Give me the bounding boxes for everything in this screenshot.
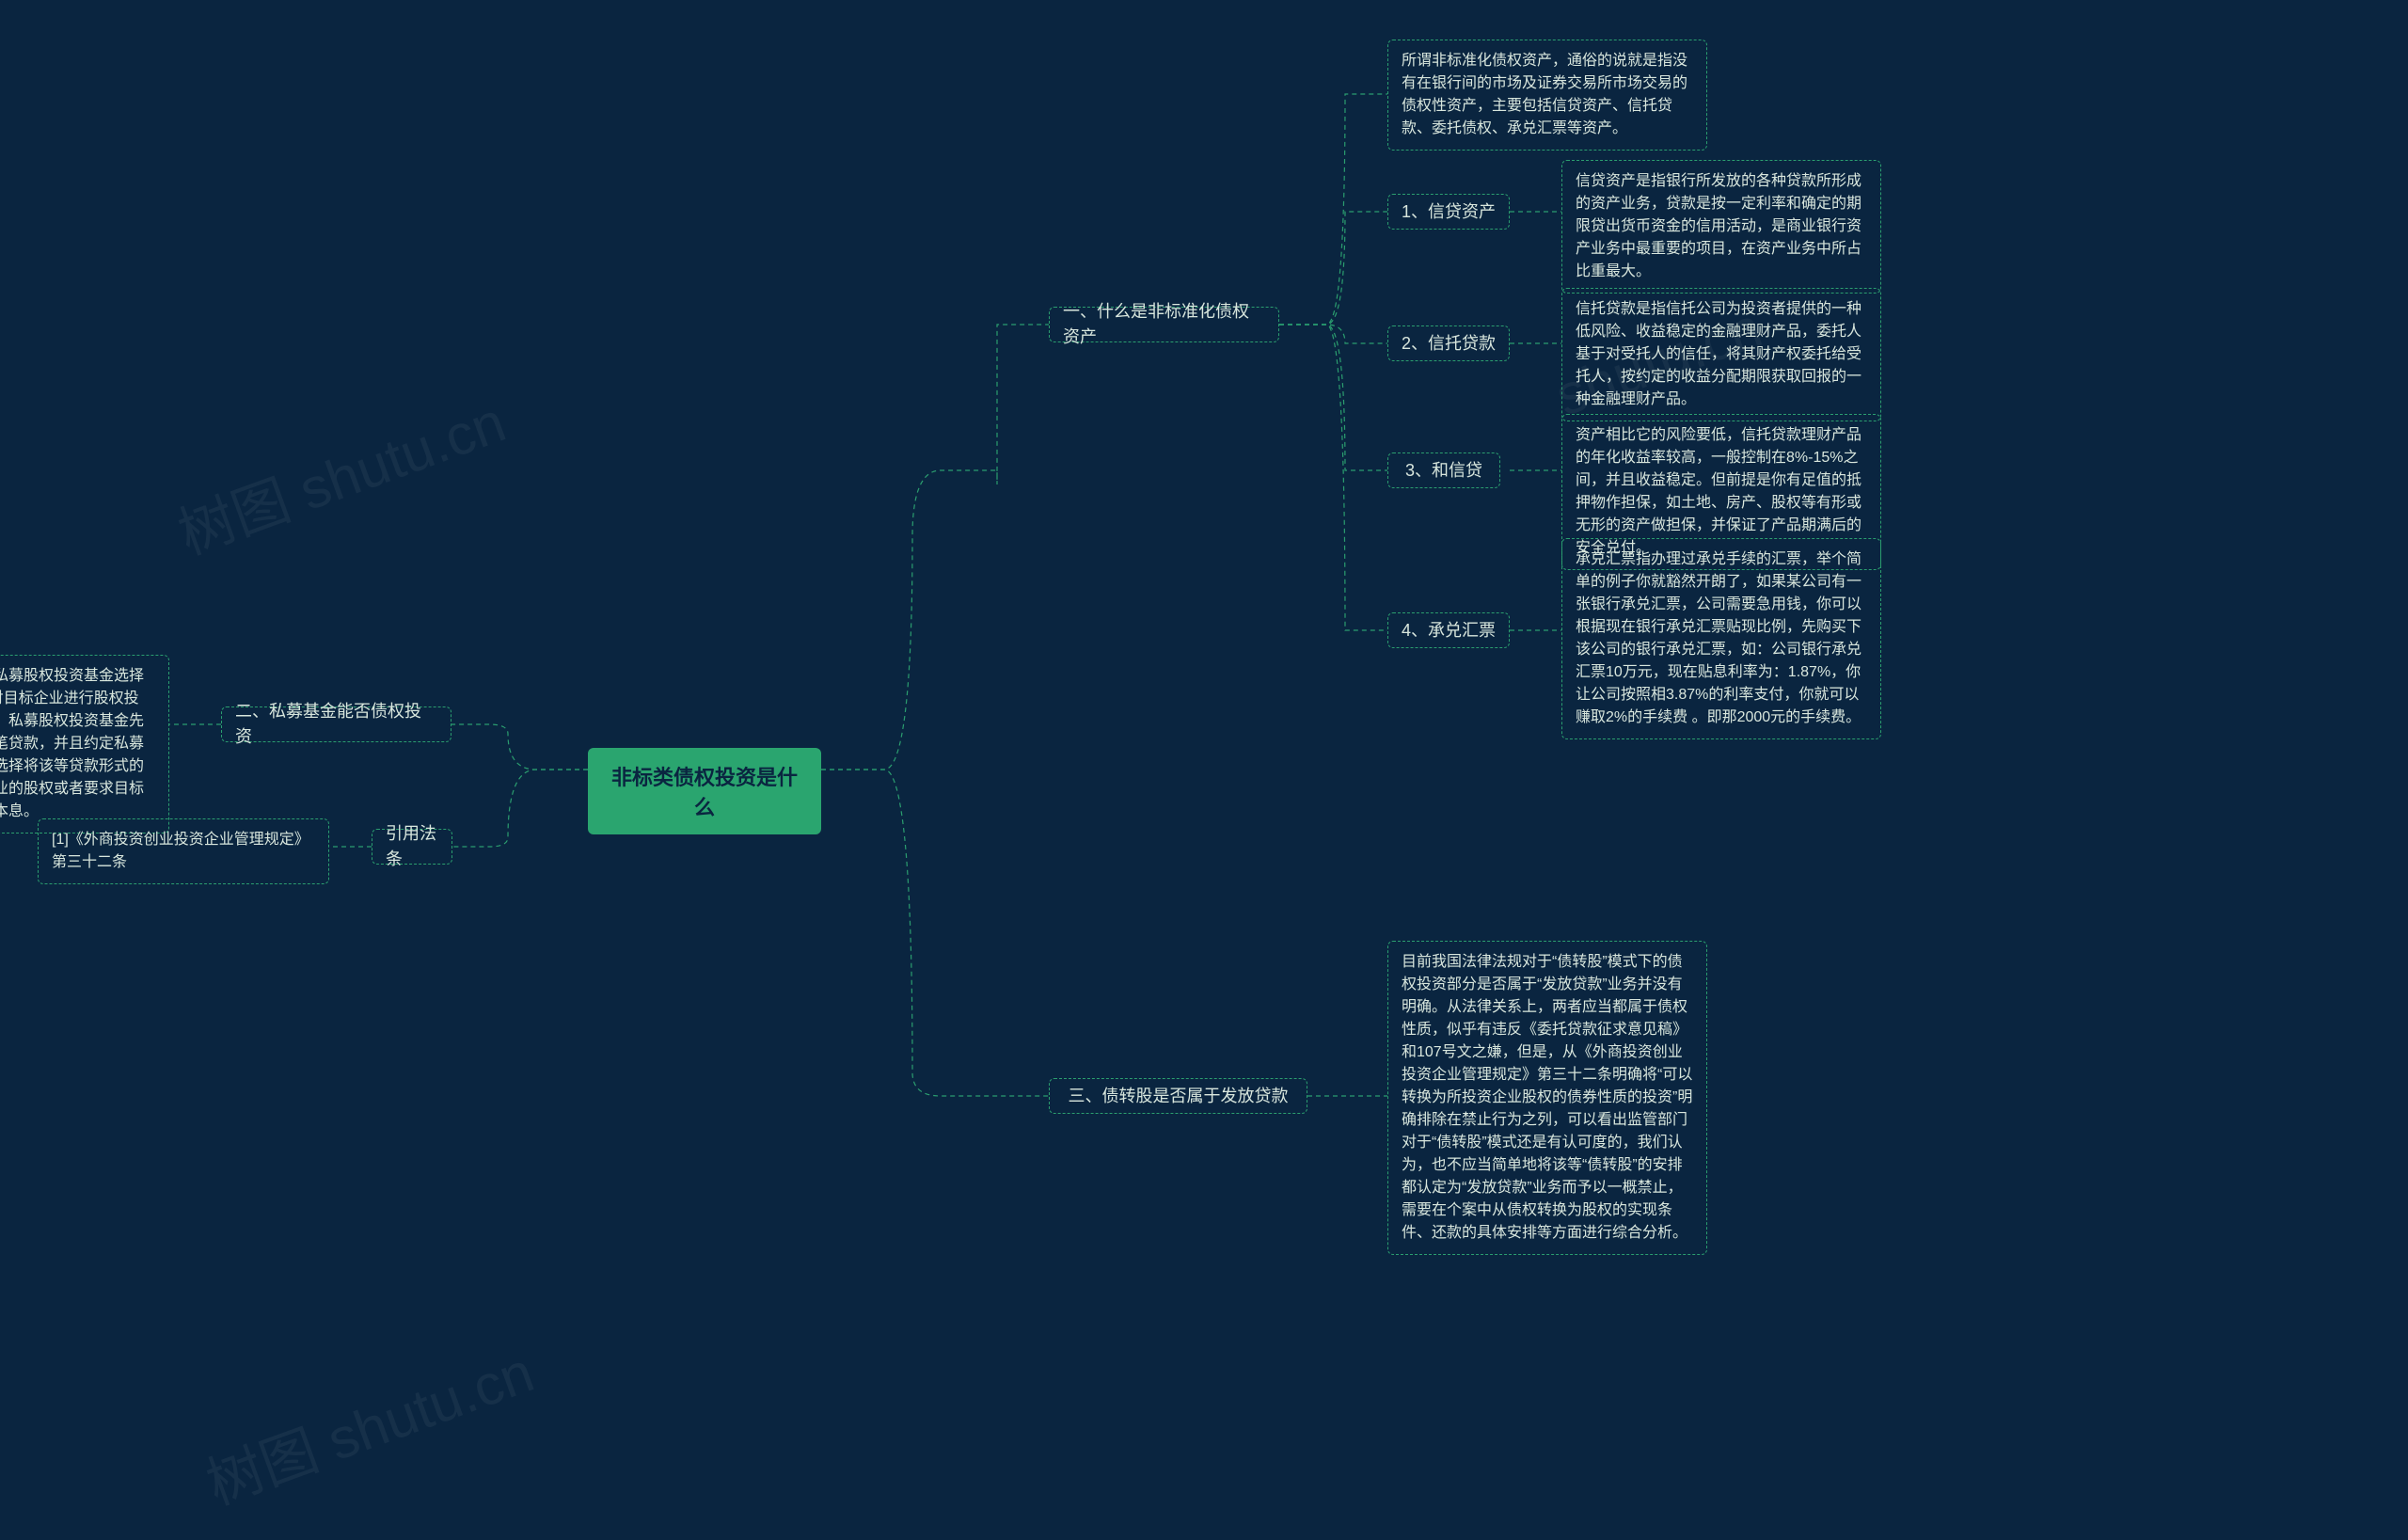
connector-lines [0,0,2408,1540]
branch-1-c3[interactable]: 3、和信贷 [1387,452,1500,488]
branch-1-c4[interactable]: 4、承兑汇票 [1387,612,1510,648]
branch-2[interactable]: 二、私募基金能否债权投资 [221,706,452,742]
branch-3-text: 目前我国法律法规对于“债转股”模式下的债权投资部分是否属于“发放贷款”业务并没有… [1387,941,1707,1255]
branch-1-c1-text: 信贷资产是指银行所发放的各种贷款所形成的资产业务，贷款是按一定利率和确定的期限贷… [1561,160,1881,294]
branch-1-c2[interactable]: 2、信托贷款 [1387,325,1510,361]
branch-1-c1[interactable]: 1、信贷资产 [1387,194,1510,230]
branch-1-intro: 所谓非标准化债权资产，通俗的说就是指没有在银行间的市场及证券交易所市场交易的债权… [1387,40,1707,151]
branch-1[interactable]: 一、什么是非标准化债权资产 [1049,307,1279,342]
center-node[interactable]: 非标类债权投资是什么 [588,748,821,834]
watermark: 树图 shutu.cn [166,376,515,570]
branch-ref[interactable]: 引用法条 [372,829,452,865]
branch-ref-text: [1]《外商投资创业投资企业管理规定》第三十二条 [38,818,329,884]
branch-2-text: 实践中，也有不少私募股权投资基金选择以“债转股”的方式对目标企业进行股权投资，其… [0,655,169,834]
branch-1-c2-text: 信托贷款是指信托公司为投资者提供的一种低风险、收益稳定的金融理财产品，委托人基于… [1561,288,1881,421]
watermark: 树图 shutu.cn [194,1326,543,1520]
branch-1-c4-text: 承兑汇票指办理过承兑手续的汇票，举个简单的例子你就豁然开朗了，如果某公司有一张银… [1561,538,1881,739]
branch-3[interactable]: 三、债转股是否属于发放贷款 [1049,1078,1307,1114]
